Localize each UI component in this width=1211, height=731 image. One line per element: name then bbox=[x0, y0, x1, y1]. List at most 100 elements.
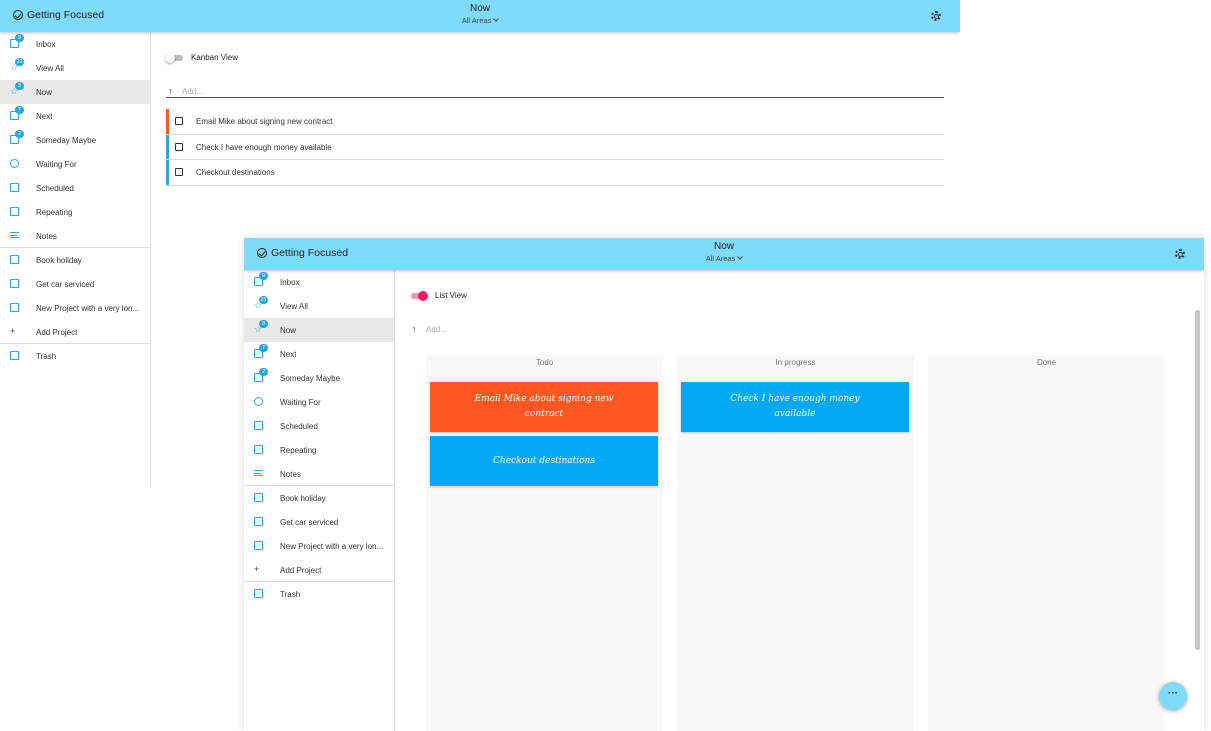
sidebar-item-label: Get car serviced bbox=[280, 518, 339, 527]
add-project-button[interactable]: + Add Project bbox=[0, 320, 150, 344]
badge: 9 bbox=[259, 272, 268, 280]
chevron-down-icon bbox=[493, 16, 500, 22]
sidebar: 9 Inbox ☆ 21 View All ☆ 3 Now 7 Next 2 Someday … bbox=[244, 270, 395, 731]
sidebar-item-view-all[interactable]: ☆ 21 View All bbox=[0, 56, 150, 80]
project-icon bbox=[254, 493, 263, 502]
kanban-column-done: Done bbox=[928, 355, 1165, 731]
task-checkbox[interactable] bbox=[175, 117, 183, 125]
sidebar-item-project-new-project[interactable]: New Project with a very lon... bbox=[0, 296, 150, 320]
list-view-toggle[interactable]: List View bbox=[411, 290, 467, 301]
sidebar-item-label: Next bbox=[36, 112, 53, 121]
list-item[interactable]: Email Mike about signing new contract bbox=[166, 109, 944, 135]
area-selector[interactable]: All Areas bbox=[0, 15, 960, 26]
sidebar-item-project-get-car-serviced[interactable]: Get car serviced bbox=[0, 272, 150, 296]
kanban-column-in-progress: In progress Check I have enough money av… bbox=[677, 355, 914, 731]
sidebar: 9 Inbox ☆ 21 View All ☆ 3 Now 7 Next 2 Someday … bbox=[0, 32, 151, 488]
settings-gear-icon[interactable] bbox=[931, 11, 941, 21]
toggle-label: List View bbox=[435, 291, 467, 300]
settings-gear-icon[interactable] bbox=[1175, 249, 1185, 259]
list-item[interactable]: Check I have enough money available bbox=[166, 134, 944, 160]
sidebar-item-label: Inbox bbox=[280, 278, 300, 287]
sidebar-item-label: Repeating bbox=[36, 208, 73, 217]
column-title: In progress bbox=[775, 358, 816, 367]
arrow-up-icon[interactable]: ↑ bbox=[412, 324, 417, 334]
sidebar-item-scheduled[interactable]: Scheduled bbox=[0, 176, 150, 200]
add-item-input[interactable]: ↑ Add... bbox=[166, 85, 944, 98]
badge: 21 bbox=[259, 296, 268, 304]
priority-bar bbox=[166, 109, 169, 134]
sidebar-item-waiting-for[interactable]: Waiting For bbox=[244, 390, 394, 414]
task-checkbox[interactable] bbox=[175, 168, 183, 176]
kanban-card[interactable]: Check I have enough money available bbox=[681, 382, 909, 432]
list-item[interactable]: Checkout destinations bbox=[166, 160, 944, 186]
sidebar-item-inbox[interactable]: 9 Inbox bbox=[244, 270, 394, 294]
sidebar-item-label: Next bbox=[280, 350, 297, 359]
chevron-down-icon bbox=[737, 254, 744, 260]
sidebar-item-project-get-car-serviced[interactable]: Get car serviced bbox=[244, 510, 394, 534]
kanban-column-todo: Todo Email Mike about signing new contra… bbox=[426, 355, 663, 731]
sidebar-item-label: Trash bbox=[36, 352, 57, 361]
sidebar-item-project-book-holiday[interactable]: Book holiday bbox=[244, 486, 394, 510]
task-list: Email Mike about signing new contract Ch… bbox=[166, 109, 944, 186]
sidebar-item-label: Get car serviced bbox=[36, 280, 95, 289]
sidebar-item-label: Scheduled bbox=[280, 422, 318, 431]
sidebar-item-label: Book holiday bbox=[36, 256, 82, 265]
more-horiz-icon[interactable]: ··· bbox=[1159, 682, 1187, 710]
sidebar-item-notes[interactable]: Notes bbox=[244, 462, 394, 486]
add-project-button[interactable]: + Add Project bbox=[244, 558, 394, 582]
sidebar-item-label: Notes bbox=[36, 232, 57, 241]
project-icon bbox=[10, 279, 19, 288]
toggle-switch[interactable] bbox=[165, 52, 183, 63]
badge: 2 bbox=[15, 130, 24, 138]
sidebar-item-repeating[interactable]: Repeating bbox=[244, 438, 394, 462]
sidebar-item-project-book-holiday[interactable]: Book holiday bbox=[0, 248, 150, 272]
priority-bar bbox=[166, 134, 169, 159]
sidebar-item-label: Now bbox=[36, 88, 53, 97]
sidebar-item-scheduled[interactable]: Scheduled bbox=[244, 414, 394, 438]
add-placeholder: Add... bbox=[426, 325, 447, 334]
sidebar-item-project-new-project[interactable]: New Project with a very lon... bbox=[244, 534, 394, 558]
badge: 7 bbox=[259, 344, 268, 352]
notes-icon bbox=[254, 470, 263, 476]
sidebar-item-someday-maybe[interactable]: 2 Someday Maybe bbox=[244, 366, 394, 390]
sidebar-item-now[interactable]: ☆ 3 Now bbox=[0, 80, 150, 104]
kanban-view-toggle[interactable]: Kanban View bbox=[165, 52, 238, 63]
sidebar-item-label: Add Project bbox=[36, 328, 78, 337]
sidebar-item-label: Someday Maybe bbox=[280, 374, 341, 383]
task-text: Check I have enough money available bbox=[196, 142, 332, 152]
trash-icon bbox=[10, 351, 19, 360]
sidebar-item-next[interactable]: 7 Next bbox=[0, 104, 150, 128]
column-title: Todo bbox=[535, 358, 554, 367]
sidebar-item-trash[interactable]: Trash bbox=[244, 582, 394, 606]
sidebar-item-inbox[interactable]: 9 Inbox bbox=[0, 32, 150, 56]
plus-icon: + bbox=[254, 564, 260, 574]
card-text: Check I have enough money available bbox=[730, 394, 860, 419]
sidebar-item-notes[interactable]: Notes bbox=[0, 224, 150, 248]
priority-bar bbox=[166, 160, 169, 185]
area-selector[interactable]: All Areas bbox=[244, 253, 1204, 264]
sidebar-item-view-all[interactable]: ☆ 21 View All bbox=[244, 294, 394, 318]
sidebar-item-label: Waiting For bbox=[36, 160, 77, 169]
repeat-icon bbox=[254, 445, 263, 454]
sidebar-item-label: Book holiday bbox=[280, 494, 326, 503]
sidebar-item-trash[interactable]: Trash bbox=[0, 344, 150, 368]
sidebar-item-label: Repeating bbox=[280, 446, 317, 455]
sidebar-item-repeating[interactable]: Repeating bbox=[0, 200, 150, 224]
sidebar-item-label: New Project with a very lon... bbox=[280, 542, 384, 551]
sidebar-item-next[interactable]: 7 Next bbox=[244, 342, 394, 366]
add-item-input[interactable]: ↑ Add... bbox=[410, 323, 1188, 336]
sidebar-item-waiting-for[interactable]: Waiting For bbox=[0, 152, 150, 176]
kanban-card[interactable]: Checkout destinations bbox=[430, 436, 658, 486]
badge: 2 bbox=[259, 368, 268, 376]
sidebar-item-now[interactable]: ☆ 3 Now bbox=[244, 318, 394, 342]
sidebar-item-label: Inbox bbox=[36, 40, 56, 49]
toggle-switch[interactable] bbox=[411, 290, 428, 301]
kanban-card[interactable]: Email Mike about signing new contract bbox=[430, 382, 658, 432]
sidebar-item-someday-maybe[interactable]: 2 Someday Maybe bbox=[0, 128, 150, 152]
vertical-scrollbar[interactable] bbox=[1195, 310, 1200, 650]
arrow-up-icon[interactable]: ↑ bbox=[168, 86, 173, 96]
repeat-icon bbox=[10, 207, 19, 216]
task-checkbox[interactable] bbox=[175, 142, 183, 151]
view-title: Now bbox=[469, 3, 490, 14]
sidebar-item-label: View All bbox=[280, 302, 308, 311]
